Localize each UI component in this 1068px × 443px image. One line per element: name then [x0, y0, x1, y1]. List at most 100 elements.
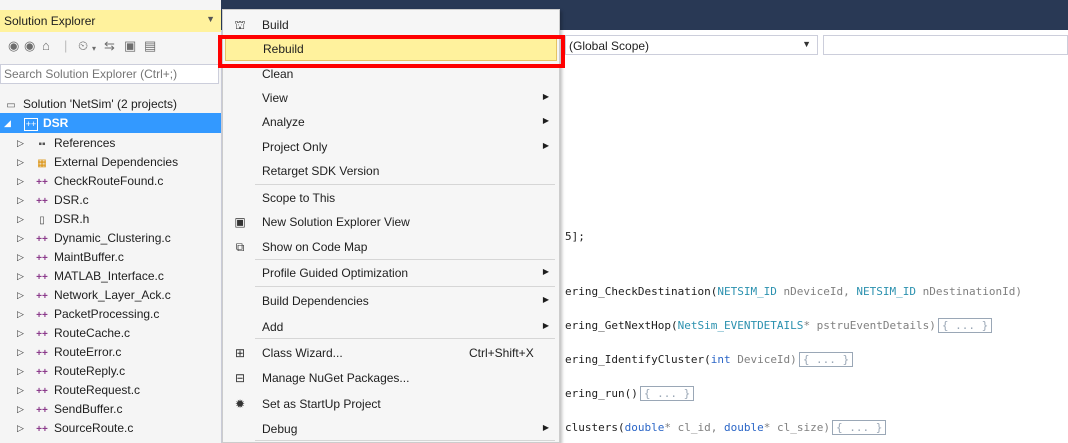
collapse-all-icon[interactable]: ▣ — [124, 39, 136, 53]
c-file-icon: ++ — [36, 424, 48, 435]
tree-item[interactable]: ▷ ++ RouteRequest.c — [0, 380, 221, 400]
menu-item-profile-guided-optimization[interactable]: Profile Guided Optimization ▶ — [223, 261, 559, 285]
collapsed-arrow-icon[interactable]: ▷ — [17, 266, 24, 286]
build-icon: ⛫ — [234, 18, 246, 32]
tree-item-solution[interactable]: ▭ Solution 'NetSim' (2 projects) — [4, 94, 220, 114]
show-all-files-icon[interactable]: ▤ — [144, 39, 156, 53]
tree-item-label: CheckRouteFound.c — [54, 174, 164, 188]
member-dropdown[interactable] — [823, 35, 1068, 55]
expanded-arrow-icon[interactable]: ◢ — [4, 113, 11, 133]
solution-explorer-search-input[interactable] — [0, 64, 219, 84]
menu-item-build-dependencies[interactable]: Build Dependencies ▶ — [223, 289, 559, 313]
collapsed-arrow-icon[interactable]: ▷ — [17, 361, 24, 381]
tree-item[interactable]: ▷ ++ Network_Layer_Ack.c — [0, 285, 221, 305]
sync-icon[interactable]: ⇆ — [104, 39, 115, 53]
menu-item-label: Profile Guided Optimization — [262, 266, 409, 280]
code-params: nDestinationId) — [916, 285, 1022, 298]
tree-item-label: References — [54, 136, 116, 150]
collapsed-arrow-icon[interactable]: ▷ — [17, 304, 24, 324]
code-line: clusters(double* cl_id, double* cl_size)… — [565, 420, 887, 435]
home-icon[interactable]: ⌂ — [42, 39, 50, 53]
menu-item-build[interactable]: ⛫ Build — [223, 13, 559, 37]
menu-item-project-only[interactable]: Project Only ▶ — [223, 135, 559, 159]
menu-item-class-wizard[interactable]: ⊞ Class Wizard... Ctrl+Shift+X — [223, 341, 559, 365]
code-line: 5]; — [565, 230, 585, 243]
context-menu: ⛫ Build Rebuild Clean View ▶ Analyze ▶ Project O… — [222, 9, 560, 443]
tree-item[interactable]: ▷ ++ Dynamic_Clustering.c — [0, 228, 221, 248]
tree-item[interactable]: ▷ ▦ External Dependencies — [0, 152, 221, 172]
collapsed-arrow-icon[interactable]: ▷ — [17, 171, 24, 191]
collapsed-arrow-icon[interactable]: ▷ — [17, 418, 24, 438]
tree-item[interactable]: ▷ ++ MaintBuffer.c — [0, 247, 221, 267]
chevron-down-icon[interactable]: ▾ — [92, 42, 96, 56]
toolbar-divider: | — [64, 38, 68, 53]
code-line: ering_CheckDestination(NETSIM_ID nDevice… — [565, 285, 1022, 298]
tree-item-label: MATLAB_Interface.c — [54, 269, 164, 283]
tree-item[interactable]: ▷ ++ SendBuffer.c — [0, 399, 221, 419]
menu-item-add[interactable]: Add ▶ — [223, 315, 559, 339]
tree-item[interactable]: ▷ ++ SourceRoute.c — [0, 418, 221, 438]
collapsed-region-marker[interactable]: { ... } — [937, 318, 993, 333]
collapsed-region-marker[interactable]: { ... } — [798, 352, 854, 367]
tree-item-label: Dynamic_Clustering.c — [54, 231, 171, 245]
tree-item[interactable]: ▷ ▪▪ References — [0, 133, 221, 153]
tree-item-label: DSR.h — [54, 212, 90, 226]
tree-item-label: DSR — [43, 116, 69, 130]
collapsed-arrow-icon[interactable]: ▷ — [17, 133, 24, 153]
menu-item-show-on-code-map[interactable]: ⧉ Show on Code Map — [223, 235, 559, 259]
collapsed-arrow-icon[interactable]: ▷ — [17, 323, 24, 343]
back-icon[interactable]: ◉ — [8, 39, 19, 53]
tree-item-label: RouteError.c — [54, 345, 122, 359]
menu-item-label: Manage NuGet Packages... — [262, 371, 410, 385]
menu-separator — [255, 184, 555, 185]
tree-item[interactable]: ▷ ++ RouteError.c — [0, 342, 221, 362]
menu-separator — [255, 338, 555, 339]
collapsed-region-marker[interactable]: { ... } — [639, 386, 695, 401]
collapsed-arrow-icon[interactable]: ▷ — [17, 399, 24, 419]
collapsed-arrow-icon[interactable]: ▷ — [17, 152, 24, 172]
chevron-down-icon[interactable]: ▼ — [206, 14, 215, 24]
forward-icon[interactable]: ◉ — [24, 39, 35, 53]
collapsed-region-marker[interactable]: { ... } — [831, 420, 887, 435]
menu-item-retarget-sdk-version[interactable]: Retarget SDK Version — [223, 159, 559, 183]
menu-item-view[interactable]: View ▶ — [223, 86, 559, 110]
tree-item[interactable]: ▷ ++ PacketProcessing.c — [0, 304, 221, 324]
menu-item-manage-nuget-packages[interactable]: ⊟ Manage NuGet Packages... — [223, 366, 559, 390]
menu-item-label: Clean — [262, 67, 294, 81]
code-type: double — [723, 421, 764, 434]
tree-item-project-dsr[interactable]: ◢ ++ DSR — [0, 113, 221, 133]
pending-changes-icon[interactable]: ⏲ — [78, 39, 88, 53]
collapsed-arrow-icon[interactable]: ▷ — [17, 190, 24, 210]
collapsed-arrow-icon[interactable]: ▷ — [17, 285, 24, 305]
tree-item[interactable]: ▷ ++ RouteReply.c — [0, 361, 221, 381]
scope-value: (Global Scope) — [569, 39, 650, 53]
menu-item-new-solution-explorer-view[interactable]: ▣ New Solution Explorer View — [223, 210, 559, 234]
menu-item-debug[interactable]: Debug ▶ — [223, 417, 559, 441]
collapsed-arrow-icon[interactable]: ▷ — [17, 247, 24, 267]
collapsed-arrow-icon[interactable]: ▷ — [17, 380, 24, 400]
tree-item[interactable]: ▷ ++ CheckRouteFound.c — [0, 171, 221, 191]
menu-item-label: Debug — [262, 422, 298, 436]
tree-item[interactable]: ▷ ++ RouteCache.c — [0, 323, 221, 343]
scope-dropdown[interactable]: (Global Scope) ▼ — [565, 35, 818, 55]
chevron-down-icon[interactable]: ▼ — [802, 39, 811, 49]
tree-item-label: DSR.c — [54, 193, 89, 207]
collapsed-arrow-icon[interactable]: ▷ — [17, 209, 24, 229]
collapsed-arrow-icon[interactable]: ▷ — [17, 342, 24, 362]
solution-explorer-title-bar[interactable]: Solution Explorer ▼ — [0, 10, 221, 32]
code-params: * pstruEventDetails) — [803, 319, 936, 332]
menu-item-analyze[interactable]: Analyze ▶ — [223, 110, 559, 134]
class-wizard-icon: ⊞ — [234, 346, 246, 360]
tree-item[interactable]: ▷ ▯ DSR.h — [0, 209, 221, 229]
code-params: DeviceId) — [730, 353, 797, 366]
menu-item-scope-to-this[interactable]: Scope to This — [223, 186, 559, 210]
tree-item[interactable]: ▷ ++ DSR.c — [0, 190, 221, 210]
nuget-icon: ⊟ — [234, 371, 246, 385]
menu-item-shortcut: Ctrl+Shift+X — [469, 346, 534, 360]
submenu-arrow-icon: ▶ — [542, 295, 549, 304]
tree-item[interactable]: ▷ ++ MATLAB_Interface.c — [0, 266, 221, 286]
menu-item-label: Class Wizard... — [262, 346, 343, 360]
menu-item-set-as-startup-project[interactable]: ✹ Set as StartUp Project — [223, 392, 559, 416]
submenu-arrow-icon: ▶ — [542, 116, 549, 125]
collapsed-arrow-icon[interactable]: ▷ — [17, 228, 24, 248]
